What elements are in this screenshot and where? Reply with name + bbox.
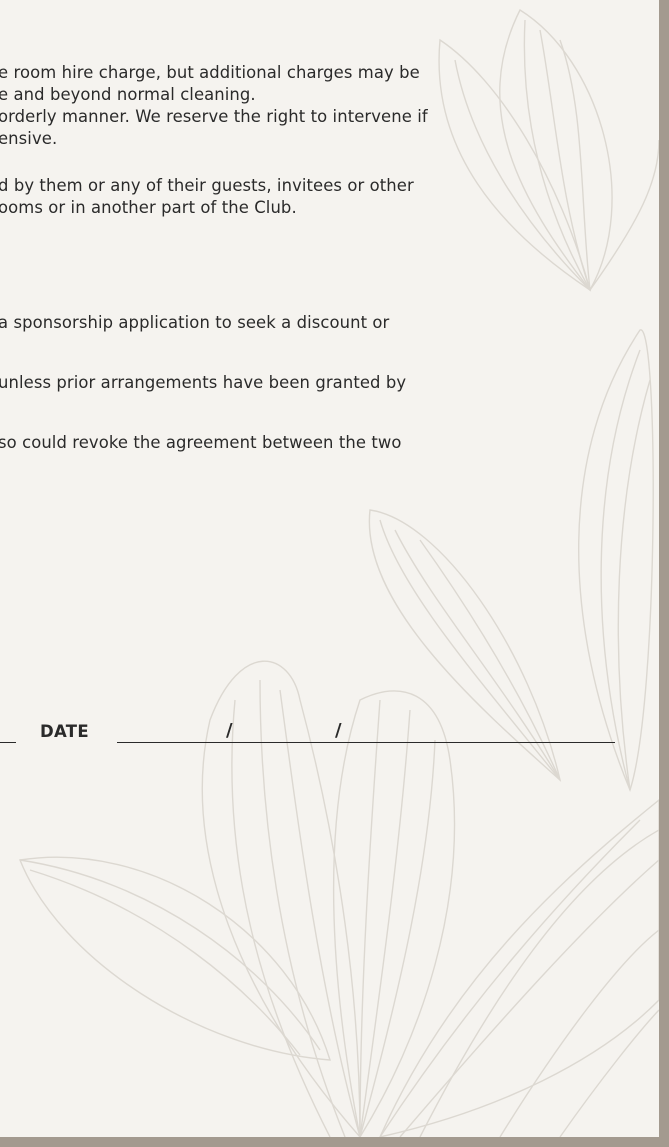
terms-text-line: d by them or any of their guests, invite…	[0, 176, 414, 195]
date-label: DATE	[40, 722, 89, 741]
terms-text-line: e room hire charge, but additional charg…	[0, 63, 420, 82]
date-field-line[interactable]	[117, 742, 615, 743]
document-page: e room hire charge, but additional charg…	[0, 0, 659, 1137]
date-separator: /	[335, 720, 342, 741]
date-separator: /	[226, 720, 233, 741]
terms-text-line: so could revoke the agreement between th…	[0, 433, 402, 452]
terms-text-line: a sponsorship application to seek a disc…	[0, 313, 390, 332]
terms-text-line: e and beyond normal cleaning.	[0, 85, 256, 104]
terms-text-line: orderly manner. We reserve the right to …	[0, 107, 428, 126]
signature-date-row: DATE / /	[0, 720, 659, 748]
terms-text-line: ensive.	[0, 129, 58, 148]
terms-text-line: ooms or in another part of the Club.	[0, 198, 297, 217]
terms-text-line: unless prior arrangements have been gran…	[0, 373, 407, 392]
floral-background-illustration	[19, 8, 659, 1137]
signature-line[interactable]	[0, 742, 16, 743]
